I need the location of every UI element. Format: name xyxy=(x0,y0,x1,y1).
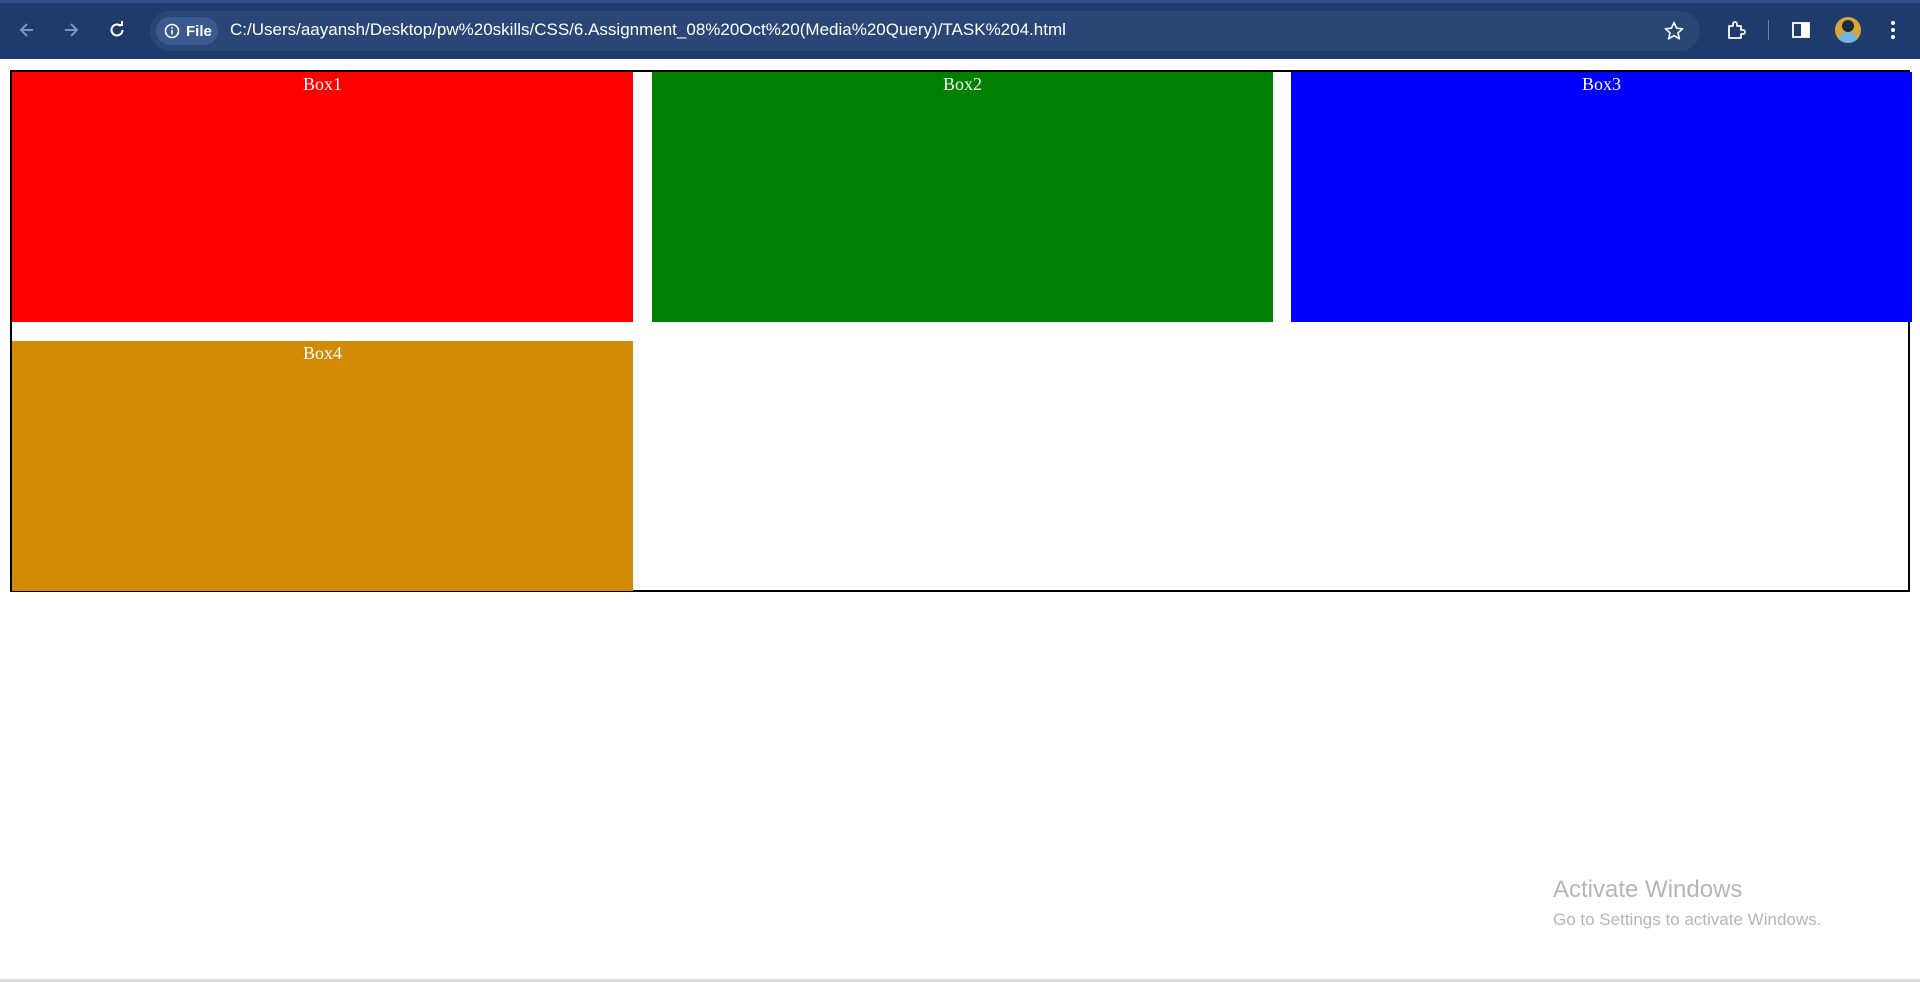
box-1-label: Box1 xyxy=(302,74,342,94)
avatar[interactable] xyxy=(1835,17,1861,43)
back-button[interactable] xyxy=(9,12,45,48)
avatar-head xyxy=(1842,20,1854,32)
info-icon xyxy=(164,23,180,39)
extensions-button[interactable] xyxy=(1718,12,1754,48)
watermark-title: Activate Windows xyxy=(1553,876,1743,903)
side-panel-button[interactable] xyxy=(1783,12,1819,48)
reload-button[interactable] xyxy=(99,12,135,48)
more-vert-icon xyxy=(1891,21,1895,39)
avatar-body xyxy=(1838,32,1858,43)
box-2: Box2 xyxy=(652,72,1273,322)
box-1: Box1 xyxy=(12,72,633,322)
forward-button[interactable] xyxy=(53,12,89,48)
menu-button[interactable] xyxy=(1875,12,1911,48)
tab-strip-edge xyxy=(0,0,1920,3)
forward-arrow-icon xyxy=(65,23,79,37)
activate-windows-watermark: Activate Windows Go to Settings to activ… xyxy=(1553,876,1821,930)
box-3: Box3 xyxy=(1291,72,1912,322)
site-chip-label: File xyxy=(186,22,212,40)
bookmark-button[interactable] xyxy=(1660,17,1688,45)
extensions-icon xyxy=(1728,21,1746,39)
box-4: Box4 xyxy=(12,341,633,591)
site-info-chip[interactable]: File xyxy=(156,17,218,45)
browser-toolbar: File C:/Users/aayansh/Desktop/pw%20skill… xyxy=(0,0,1920,59)
box-2-label: Box2 xyxy=(942,74,982,94)
star-icon xyxy=(1664,21,1684,40)
box-container: Box1 Box2 Box3 Box4 xyxy=(10,70,1912,592)
back-arrow-icon xyxy=(19,23,33,37)
toolbar-divider xyxy=(1768,20,1769,40)
side-panel-icon xyxy=(1792,22,1810,38)
box-4-label: Box4 xyxy=(302,343,342,363)
watermark-subtitle: Go to Settings to activate Windows. xyxy=(1553,910,1822,929)
url-text[interactable]: C:/Users/aayansh/Desktop/pw%20skills/CSS… xyxy=(230,20,1066,40)
reload-icon xyxy=(110,21,124,37)
address-bar[interactable]: File C:/Users/aayansh/Desktop/pw%20skill… xyxy=(150,11,1700,51)
box-3-label: Box3 xyxy=(1581,74,1621,94)
